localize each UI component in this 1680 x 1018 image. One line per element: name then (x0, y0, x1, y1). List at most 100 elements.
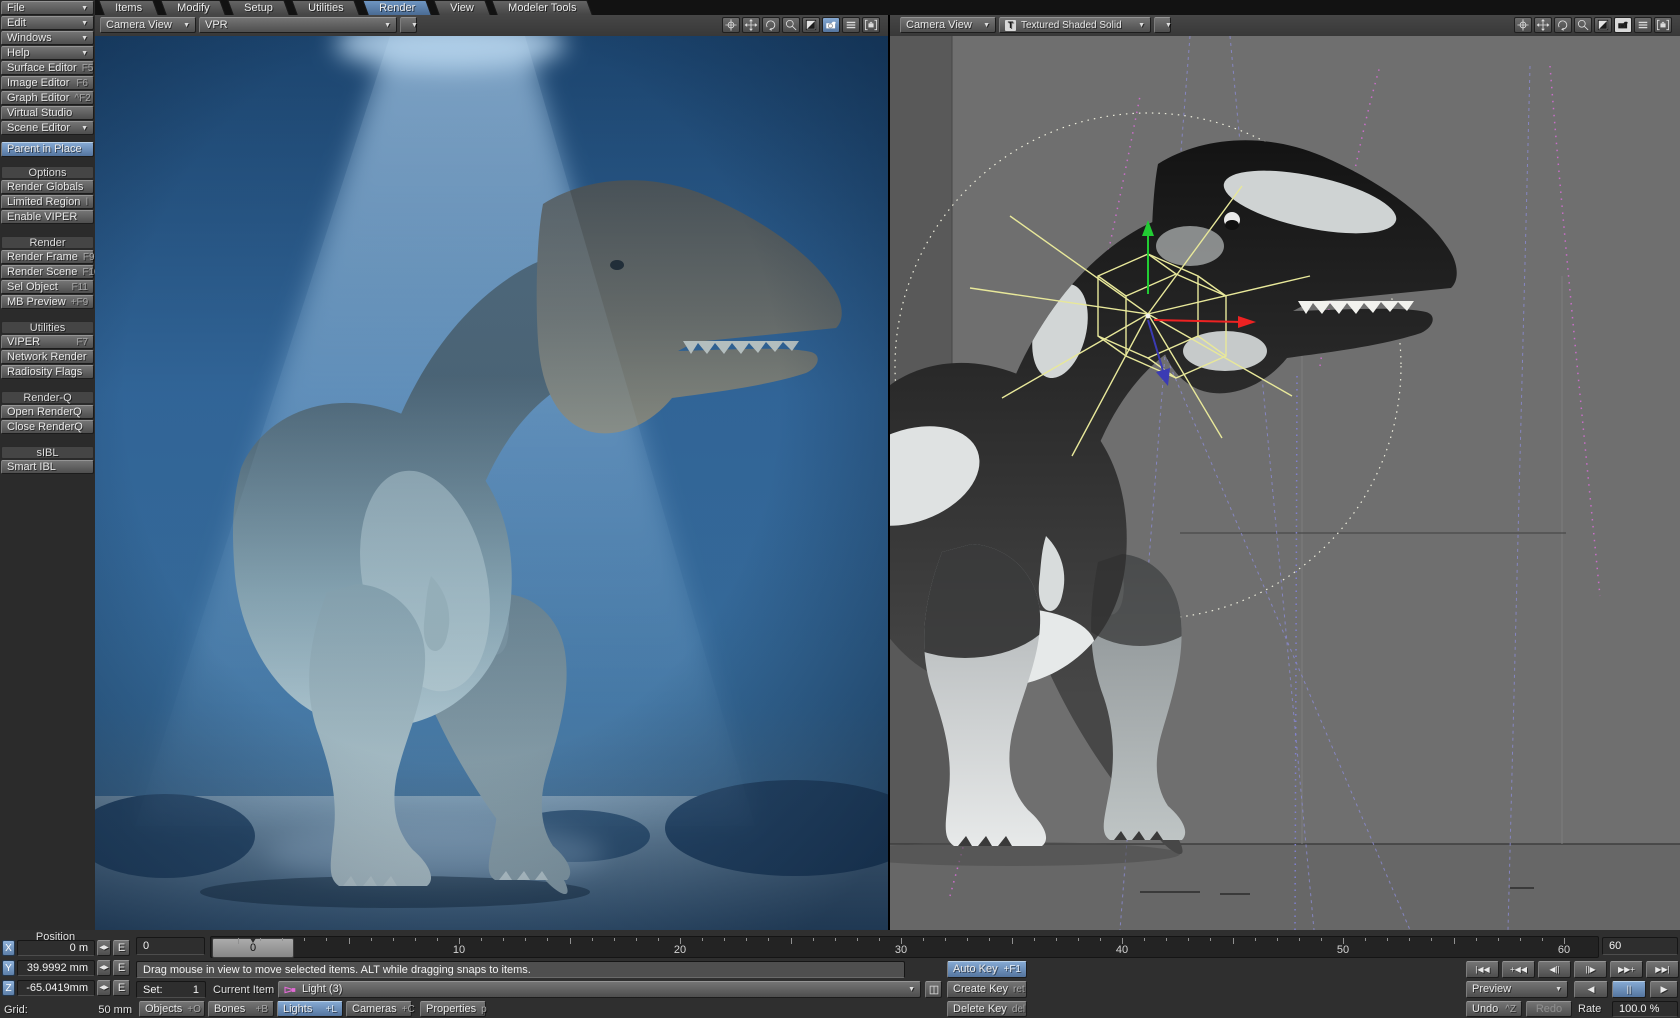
step-back-icon[interactable]: ◀|| (1538, 961, 1571, 978)
redo-button[interactable]: Redo (1526, 1001, 1572, 1017)
sidebar-item-surface-editor[interactable]: Surface EditorF5 (1, 61, 94, 75)
sidebar-item-limited-region[interactable]: Limited Regionl (1, 195, 94, 209)
stepper-icon[interactable]: ◀▶ (97, 940, 111, 956)
sidebar-item-mb-preview[interactable]: MB Preview+F9 (1, 295, 94, 309)
current-item-dropdown[interactable]: Light (3) ▼ (278, 981, 921, 998)
tab-render[interactable]: Render (362, 0, 432, 15)
sidebar-item-viper[interactable]: VIPERF7 (1, 335, 94, 349)
view-type-dropdown[interactable]: Camera View ▼ (100, 17, 196, 33)
menu-help[interactable]: Help▼ (1, 46, 94, 60)
axis-chip-z[interactable]: Z (2, 980, 15, 996)
item-tab-bones[interactable]: Bones+B (208, 1001, 274, 1017)
play-forward-icon[interactable]: ▶ (1650, 981, 1678, 998)
sidebar-item-virtual-studio[interactable]: Virtual Studio (1, 106, 94, 120)
preview-dropdown[interactable]: Preview ▼ (1466, 981, 1568, 998)
sidebar-item-radiosity-flags[interactable]: Radiosity Flags (1, 365, 94, 379)
camera-view-render[interactable] (95, 36, 888, 930)
sidebar-item-network-render[interactable]: Network Render (1, 350, 94, 364)
keyframe-options-button[interactable] (925, 981, 942, 998)
viewport-options-dropdown[interactable]: ▼ (400, 17, 417, 33)
sidebar-item-close-renderq[interactable]: Close RenderQ (1, 420, 94, 434)
fit-all-icon[interactable] (862, 17, 880, 33)
camera-view-icon[interactable] (822, 17, 840, 33)
stepper-icon[interactable]: ◀▶ (97, 960, 111, 976)
sidebar-item-render-frame[interactable]: Render FrameF9 (1, 250, 94, 264)
jump-last-icon[interactable]: ▶▶| (1646, 961, 1679, 978)
item-tab-cameras[interactable]: Cameras+C (346, 1001, 412, 1017)
tab-items[interactable]: Items (98, 0, 158, 15)
item-tab-objects[interactable]: Objects+O (139, 1001, 205, 1017)
move-view-icon[interactable] (742, 17, 760, 33)
shortcut-label: F6 (71, 78, 88, 89)
sidebar-item-image-editor[interactable]: Image EditorF6 (1, 76, 94, 90)
zoom-view-icon[interactable] (1574, 17, 1592, 33)
sidebar-item-scene-editor[interactable]: Scene Editor▼ (1, 121, 94, 135)
position-value: 39.9992 mm (27, 962, 88, 974)
tab-utilities[interactable]: Utilities (291, 0, 360, 15)
render-mode-dropdown[interactable]: T Textured Shaded Solid ▼ (999, 17, 1151, 33)
sidebar-item-parent-in-place[interactable]: Parent in Place (1, 142, 94, 157)
sidebar-item-sel-object[interactable]: Sel ObjectF11 (1, 280, 94, 294)
maximize-viewport-icon[interactable] (802, 17, 820, 33)
fit-all-icon[interactable] (1654, 17, 1672, 33)
menu-file[interactable]: File▼ (1, 1, 94, 15)
maximize-viewport-icon[interactable] (1594, 17, 1612, 33)
tab-setup[interactable]: Setup (228, 0, 290, 15)
camera-view-icon[interactable] (1614, 17, 1632, 33)
timeline-slider-handle[interactable]: 0 (212, 938, 294, 958)
position-y-field[interactable]: 39.9992 mm (17, 960, 95, 976)
zoom-view-icon[interactable] (782, 17, 800, 33)
viewport-options-dropdown[interactable]: ▼ (1154, 17, 1171, 33)
stepper-icon[interactable]: ◀▶ (97, 980, 111, 996)
envelope-button[interactable]: E (113, 940, 130, 956)
axis-chip-y[interactable]: Y (2, 960, 15, 976)
position-x-field[interactable]: 0 m (17, 940, 95, 956)
center-selected-icon[interactable] (1514, 17, 1532, 33)
sidebar-item-open-renderq[interactable]: Open RenderQ (1, 405, 94, 419)
item-tab-properties[interactable]: Propertiesp (420, 1001, 486, 1017)
ruler-tick (835, 938, 836, 941)
move-view-icon[interactable] (1534, 17, 1552, 33)
ruler-tick (1034, 938, 1035, 941)
current-frame-field[interactable]: 0 (136, 937, 205, 955)
next-key-icon[interactable]: ▶▶+ (1610, 961, 1643, 978)
end-frame-field[interactable]: 60 (1602, 937, 1678, 955)
rotate-view-icon[interactable] (762, 17, 780, 33)
envelope-button[interactable]: E (113, 960, 130, 976)
tab-modify[interactable]: Modify (160, 0, 226, 15)
jump-first-icon[interactable]: |◀◀ (1466, 961, 1499, 978)
item-tab-lights[interactable]: Lights+L (277, 1001, 343, 1017)
sidebar-item-smart-ibl[interactable]: Smart IBL (1, 460, 94, 474)
center-selected-icon[interactable] (722, 17, 740, 33)
position-z-field[interactable]: -65.0419mm (17, 980, 95, 996)
viewport-menu-icon[interactable] (1634, 17, 1652, 33)
tab-view[interactable]: View (433, 0, 490, 15)
create-key-button[interactable]: Create Key ret (947, 981, 1027, 998)
sidebar-item-render-scene[interactable]: Render SceneF10 (1, 265, 94, 279)
step-forward-icon[interactable]: ||▶ (1574, 961, 1607, 978)
axis-chip-x[interactable]: X (2, 940, 15, 956)
sidebar-item-enable-viper[interactable]: Enable VIPER (1, 210, 94, 224)
tab-label: Items (115, 2, 142, 14)
menu-edit[interactable]: Edit▼ (1, 16, 94, 30)
view-type-dropdown[interactable]: Camera View ▼ (900, 17, 996, 33)
sidebar-item-graph-editor[interactable]: Graph Editor^F2 (1, 91, 94, 105)
play-reverse-icon[interactable]: ◀ (1574, 981, 1608, 998)
prev-key-icon[interactable]: +◀◀ (1502, 961, 1535, 978)
sidebar-item-label: Close RenderQ (7, 422, 83, 433)
rotate-view-icon[interactable] (1554, 17, 1572, 33)
viewport-menu-icon[interactable] (842, 17, 860, 33)
timeline-ruler[interactable]: 0 102030405060 (210, 936, 1599, 958)
item-tab-label: Objects (145, 1004, 182, 1015)
menu-windows[interactable]: Windows▼ (1, 31, 94, 45)
rate-field[interactable]: 100.0 % (1612, 1001, 1678, 1017)
sidebar-item-render-globals[interactable]: Render Globals (1, 180, 94, 194)
envelope-button[interactable]: E (113, 980, 130, 996)
auto-key-button[interactable]: Auto Key +F1 (947, 961, 1027, 978)
pause-icon[interactable]: || (1612, 981, 1646, 998)
render-mode-dropdown[interactable]: VPR ▼ (199, 17, 397, 33)
opengl-viewport[interactable] (890, 36, 1680, 930)
undo-button[interactable]: Undo ^Z (1466, 1001, 1522, 1017)
delete-key-button[interactable]: Delete Key del (947, 1001, 1027, 1017)
tab-modeler-tools[interactable]: Modeler Tools (492, 0, 594, 15)
